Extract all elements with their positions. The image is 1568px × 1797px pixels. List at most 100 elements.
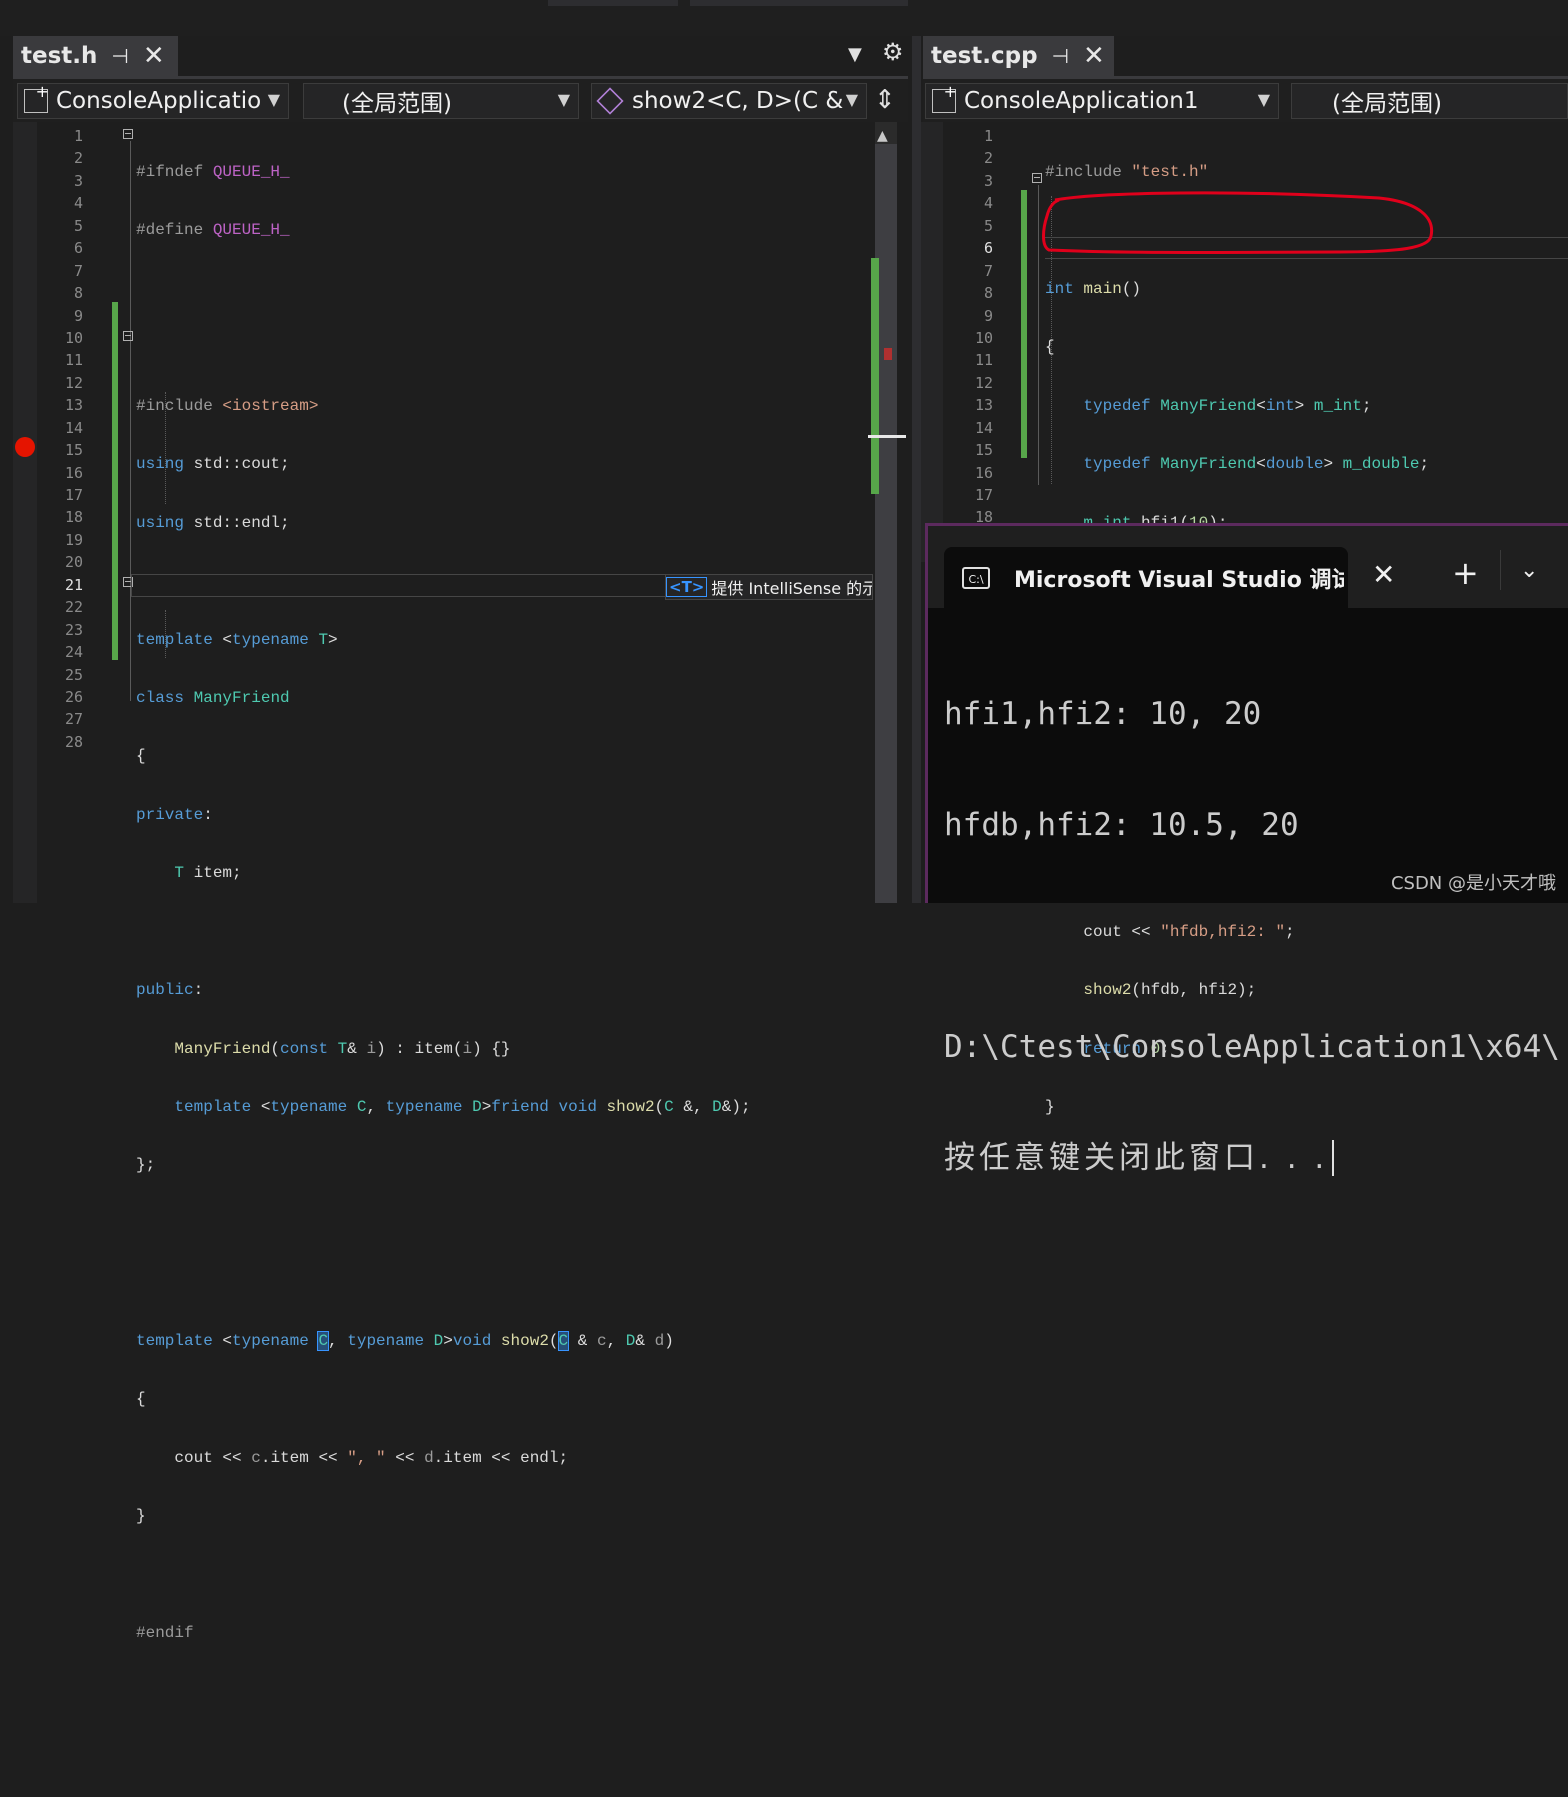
line-number: 19: [64, 530, 83, 549]
line-number: 13: [974, 396, 993, 415]
pin-icon[interactable]: ⊣: [111, 44, 128, 68]
code-line: using std::cout;: [136, 455, 290, 474]
member-dropdown[interactable]: show2<C, D>(C & ▼: [591, 83, 867, 119]
scrollbar-breakpoint-marker: [884, 348, 892, 360]
toolbar-segment[interactable]: [548, 0, 678, 6]
code-line: }: [136, 1507, 146, 1526]
line-number: 5: [73, 216, 83, 235]
tab-test-cpp[interactable]: test.cpp ⊣ ✕: [923, 36, 1114, 76]
debug-console-window[interactable]: C:\ Microsoft Visual Studio 调试控 ✕ + ⌄ hf…: [925, 523, 1568, 1176]
line-number: 8: [983, 284, 993, 303]
pane-splitter[interactable]: [912, 36, 921, 903]
code-line: class ManyFriend: [136, 688, 290, 707]
code-line: T item;: [174, 864, 242, 883]
close-icon[interactable]: ✕: [1083, 41, 1105, 71]
scrollbar-caret-marker: [868, 435, 906, 438]
pin-icon[interactable]: ⊣: [1052, 44, 1069, 68]
terminal-output[interactable]: hfi1,hfi2: 10, 20 hfdb,hfi2: 10.5, 20 D:…: [944, 623, 1560, 1250]
intellisense-tooltip[interactable]: <T> 提供 IntelliSense 的示: [665, 574, 873, 600]
text-cursor: [1332, 1140, 1335, 1176]
code-line: #include <iostream>: [136, 396, 319, 415]
project-icon: [24, 84, 49, 113]
new-tab-icon[interactable]: +: [1452, 554, 1479, 592]
fold-toggle-icon[interactable]: [123, 129, 133, 139]
line-number: 13: [64, 396, 83, 415]
fold-toggle-icon[interactable]: [123, 331, 133, 341]
close-icon[interactable]: ✕: [143, 41, 165, 71]
line-number: 15: [974, 441, 993, 460]
split-icon[interactable]: ⇕: [874, 85, 896, 115]
line-numbers: 1 2 3 4 5 6 7 8 9 10 11 12 13 14 15 16 17 18: [951, 125, 993, 529]
tab-dropdown-icon[interactable]: ▼: [848, 44, 862, 65]
code-line: using std::endl;: [136, 513, 290, 532]
scope-label: (全局范围): [1332, 91, 1442, 117]
line-number: 4: [73, 194, 83, 213]
line-number: 3: [983, 171, 993, 190]
chevron-down-icon: ▼: [267, 90, 280, 109]
project-dropdown[interactable]: ConsoleApplicatio ▼: [17, 83, 289, 119]
breakpoint-icon[interactable]: [15, 437, 35, 457]
terminal-close-icon[interactable]: ✕: [1372, 558, 1395, 591]
line-number: 26: [64, 687, 83, 706]
left-code-editor[interactable]: 1 2 3 4 5 6 7 8 9 10 11 12 13 14 15 16 17 18 19 20 21 22 23 24 2…: [13, 122, 908, 1642]
output-text: 按任意键关闭此窗口. . .: [944, 1140, 1329, 1176]
line-number: 25: [64, 665, 83, 684]
code-line: public:: [136, 981, 204, 1000]
terminal-tab[interactable]: C:\ Microsoft Visual Studio 调试控: [944, 547, 1348, 608]
chevron-down-icon[interactable]: ⌄: [1520, 558, 1538, 583]
line-number: 9: [73, 306, 83, 325]
chevron-down-icon: ▼: [557, 90, 570, 109]
change-bar: [1021, 190, 1027, 458]
member-label: show2<C, D>(C &: [632, 88, 844, 114]
tab-test-h[interactable]: test.h ⊣ ✕: [13, 36, 178, 76]
code-line: template <typename T>: [136, 630, 338, 649]
tab-separator: [1500, 550, 1501, 590]
scope-dropdown[interactable]: (全局范围) ▼: [303, 83, 579, 119]
current-line-highlight: [131, 574, 675, 597]
tab-title: test.h: [21, 43, 98, 69]
line-number: 17: [64, 486, 83, 504]
cube-icon: [596, 87, 624, 115]
scroll-up-icon[interactable]: ▲: [877, 128, 888, 144]
scope-label: (全局范围): [342, 91, 452, 117]
line-number: 7: [983, 261, 993, 280]
line-number: 4: [983, 194, 993, 213]
code-line: typedef ManyFriend<int> m_int;: [1083, 396, 1372, 415]
code-line: #ifndef QUEUE_H_: [136, 163, 290, 181]
code-text[interactable]: #ifndef QUEUE_H_ #define QUEUE_H_ #inclu…: [136, 125, 871, 1797]
line-number: 3: [73, 171, 83, 190]
navigation-bar: ConsoleApplication1 ▼ (全局范围): [923, 79, 1568, 125]
line-number: 24: [64, 643, 83, 662]
project-label: ConsoleApplication1: [964, 88, 1199, 114]
red-annotation: [1042, 191, 1434, 254]
line-number: 8: [73, 284, 83, 303]
fold-toggle-icon[interactable]: [1032, 173, 1042, 183]
gear-icon[interactable]: ⚙: [882, 38, 904, 66]
code-line: ManyFriend(const T& i) : item(i) {}: [174, 1039, 511, 1058]
watermark: CSDN @是小天才哦: [1390, 873, 1556, 894]
line-number: 7: [73, 261, 83, 280]
line-numbers: 1 2 3 4 5 6 7 8 9 10 11 12 13 14 15 16 17 18 19 20 21 22 23 24 2…: [43, 125, 83, 753]
toolbar-segment[interactable]: [690, 0, 908, 6]
left-editor-pane: test.h ⊣ ✕ ▼ ⚙ ConsoleApplicatio ▼ (全局范围…: [0, 36, 912, 1642]
change-bar: [112, 302, 118, 660]
code-line: #define QUEUE_H_: [136, 221, 290, 240]
breakpoint-margin[interactable]: [921, 122, 943, 562]
project-dropdown[interactable]: ConsoleApplication1 ▼: [925, 83, 1279, 119]
scope-dropdown[interactable]: (全局范围): [1291, 83, 1568, 119]
line-number: 11: [974, 351, 993, 370]
output-line: hfi1,hfi2: 10, 20: [944, 696, 1262, 732]
line-number: 6: [983, 239, 993, 258]
line-number: 12: [64, 373, 83, 392]
right-code-editor[interactable]: 1 2 3 4 5 6 7 8 9 10 11 12 13 14 15 16 17 18 #include "te…: [921, 122, 1568, 1116]
tooltip-text: 提供 IntelliSense 的示: [711, 579, 873, 598]
breakpoint-margin[interactable]: [13, 122, 37, 903]
line-number: 5: [983, 216, 993, 235]
